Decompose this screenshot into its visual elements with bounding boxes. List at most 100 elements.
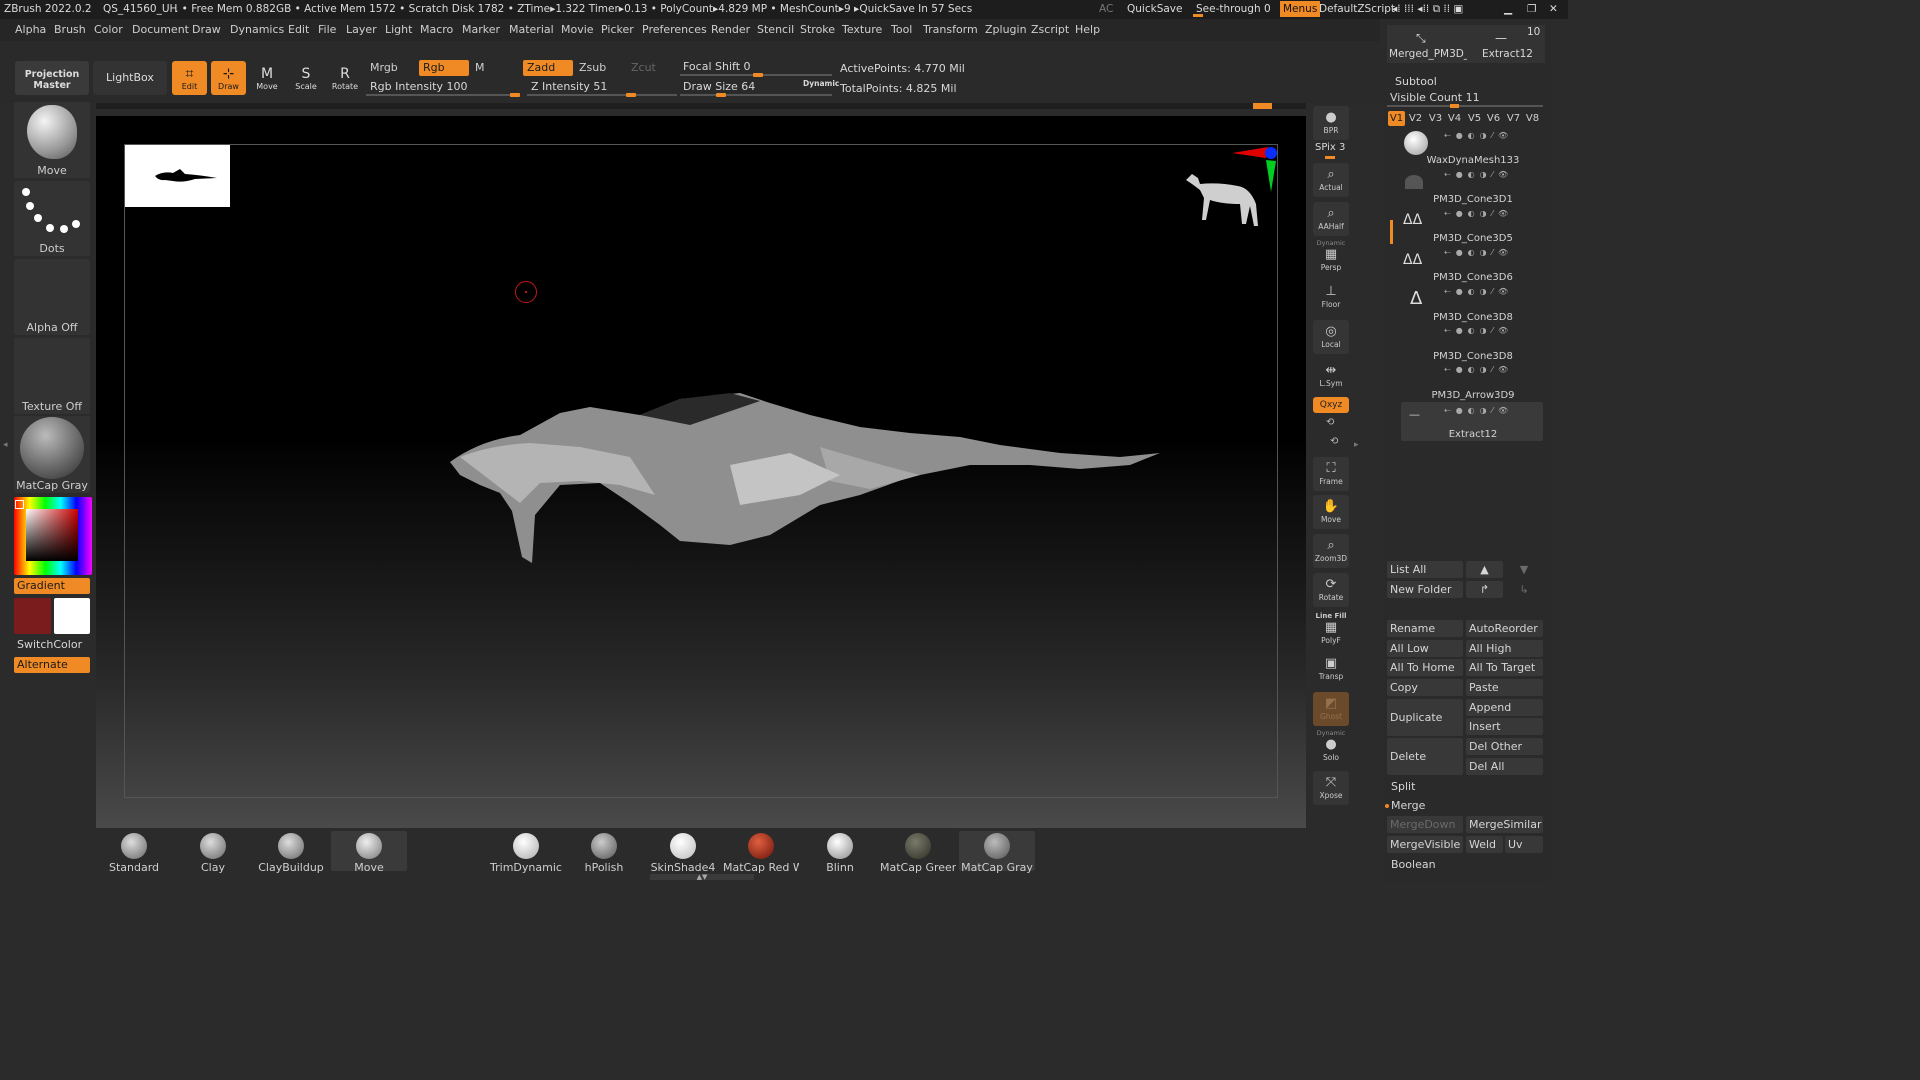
- menu-transform[interactable]: Transform: [923, 23, 978, 36]
- focal-shift-knob[interactable]: [753, 73, 763, 77]
- quicksave-button[interactable]: QuickSave: [1127, 3, 1182, 15]
- move-view-button[interactable]: ✋ Move: [1313, 495, 1349, 529]
- zcut-toggle[interactable]: Zcut: [627, 60, 667, 76]
- stroke-tile[interactable]: Dots: [14, 181, 90, 256]
- xpose-button[interactable]: ⤧ Xpose: [1313, 771, 1349, 805]
- uv-toggle[interactable]: Uv: [1505, 836, 1543, 853]
- subtool-item-5[interactable]: PM3D_Cone3D8: [1408, 351, 1538, 362]
- menu-color[interactable]: Color: [94, 23, 123, 36]
- subtool-controls-2[interactable]: ⇠●◐◑⁄👁: [1444, 209, 1540, 218]
- subtool-thumb-1[interactable]: [1405, 175, 1423, 189]
- menu-macro[interactable]: Macro: [420, 23, 453, 36]
- xyz-symmetry-toggle[interactable]: Qxyz: [1313, 397, 1349, 413]
- top-ruler[interactable]: [96, 103, 1306, 109]
- del-all-button[interactable]: Del All: [1466, 758, 1543, 775]
- autoreorder-button[interactable]: AutoReorder: [1466, 620, 1543, 637]
- tool-thumb-extract[interactable]: 10 — Extract12: [1467, 25, 1545, 63]
- merge-section[interactable]: Merge: [1391, 799, 1425, 812]
- rotate-y-icon[interactable]: ⟲: [1326, 417, 1334, 428]
- version-v3[interactable]: V3: [1427, 111, 1444, 126]
- boolean-section[interactable]: Boolean: [1391, 858, 1436, 871]
- tool-thumb-merged[interactable]: ⤡ Merged_PM3D_S: [1387, 25, 1476, 63]
- polyf-button[interactable]: Line Fill ▦ PolyF: [1313, 612, 1349, 646]
- local-button[interactable]: ◎ Local: [1313, 320, 1349, 354]
- paste-button[interactable]: Paste: [1466, 679, 1543, 696]
- lsym-button[interactable]: ⇹ L.Sym: [1313, 359, 1349, 393]
- move-mode-button[interactable]: M Move: [250, 61, 284, 95]
- frame-button[interactable]: ⛶ Frame: [1313, 457, 1349, 491]
- subtool-controls-7[interactable]: ⇠●◐◑⁄👁: [1444, 406, 1540, 415]
- copy-button[interactable]: Copy: [1387, 679, 1463, 696]
- right-tray-handle-icon[interactable]: ▸: [1354, 440, 1359, 450]
- menu-material[interactable]: Material: [509, 23, 554, 36]
- material-trimdynamic[interactable]: TrimDynamic: [488, 831, 564, 874]
- rotate-mode-button[interactable]: R Rotate: [328, 61, 362, 95]
- menu-zscript[interactable]: Zscript: [1031, 23, 1069, 36]
- menu-picker[interactable]: Picker: [601, 23, 634, 36]
- merge-similar-button[interactable]: MergeSimilar: [1466, 816, 1543, 833]
- split-section[interactable]: Split: [1391, 780, 1415, 793]
- z-intensity-slider[interactable]: Z Intensity 51: [531, 80, 607, 93]
- menu-alpha[interactable]: Alpha: [15, 23, 46, 36]
- navigator-thumbnail[interactable]: [125, 145, 230, 207]
- subtool-thumb-0[interactable]: [1404, 131, 1428, 155]
- version-v6[interactable]: V6: [1485, 111, 1502, 126]
- subtool-scroll-marker[interactable]: [1390, 220, 1393, 244]
- list-all-button[interactable]: List All: [1387, 561, 1463, 578]
- menus-toggle[interactable]: Menus: [1280, 1, 1321, 17]
- main-color-swatch[interactable]: [14, 598, 51, 634]
- menu-layer[interactable]: Layer: [346, 23, 377, 36]
- visible-count-knob[interactable]: [1450, 104, 1459, 108]
- new-folder-button[interactable]: New Folder: [1387, 581, 1463, 598]
- del-other-button[interactable]: Del Other: [1466, 738, 1543, 755]
- bottom-tray-handle-icon[interactable]: ▲▼: [650, 874, 754, 881]
- spix-slider[interactable]: SPix 3: [1315, 142, 1345, 153]
- menu-texture[interactable]: Texture: [842, 23, 882, 36]
- secondary-color-swatch[interactable]: [54, 598, 90, 634]
- subtool-thumb-3[interactable]: ᐃᐃ: [1403, 252, 1431, 274]
- version-v8[interactable]: V8: [1524, 111, 1541, 126]
- menu-render[interactable]: Render: [711, 23, 750, 36]
- visible-count-track[interactable]: [1387, 105, 1543, 107]
- insert-button[interactable]: Insert: [1466, 718, 1543, 735]
- alternate-toggle[interactable]: Alternate: [14, 657, 90, 673]
- aahalf-button[interactable]: ⌕ AAHalf: [1313, 202, 1349, 236]
- rgb-intensity-track[interactable]: [366, 94, 520, 96]
- subtool-item-7[interactable]: Extract12: [1408, 429, 1538, 440]
- see-through-knob[interactable]: [1193, 14, 1203, 17]
- menu-marker[interactable]: Marker: [462, 23, 500, 36]
- all-high-button[interactable]: All High: [1466, 640, 1543, 657]
- subtool-item-0[interactable]: WaxDynaMesh133: [1408, 155, 1538, 166]
- persp-button[interactable]: Dynamic ▦ Persp: [1313, 239, 1349, 273]
- move-up-icon[interactable]: ▲: [1466, 561, 1503, 578]
- floor-button[interactable]: ⊥ Floor: [1313, 280, 1349, 314]
- color-picker[interactable]: [14, 497, 92, 575]
- subtool-item-1[interactable]: PM3D_Cone3D1: [1408, 194, 1538, 205]
- menu-edit[interactable]: Edit: [288, 23, 309, 36]
- lightbox-button[interactable]: LightBox: [93, 61, 167, 95]
- material-tile[interactable]: MatCap Gray: [14, 416, 90, 493]
- menu-stroke[interactable]: Stroke: [800, 23, 835, 36]
- subtool-controls-3[interactable]: ⇠●◐◑⁄👁: [1444, 248, 1540, 257]
- rename-button[interactable]: Rename: [1387, 620, 1463, 637]
- delete-button[interactable]: Delete: [1387, 738, 1463, 775]
- zoom3d-button[interactable]: ⌕ Zoom3D: [1313, 534, 1349, 568]
- subtool-thumb-2[interactable]: ᐃᐃ: [1403, 212, 1431, 234]
- menu-file[interactable]: File: [318, 23, 336, 36]
- orientation-gizmo[interactable]: [1178, 144, 1280, 234]
- left-tray-handle-icon[interactable]: ◂: [3, 440, 8, 450]
- menu-tool[interactable]: Tool: [891, 23, 912, 36]
- menu-light[interactable]: Light: [385, 23, 412, 36]
- all-to-target-button[interactable]: All To Target: [1466, 659, 1543, 676]
- scale-mode-button[interactable]: S Scale: [289, 61, 323, 95]
- layout-icons[interactable]: ◂⁞ ⁞⁞⁞ ◂⁞⁞ ⧉ ⁞⁞ ▣: [1392, 3, 1463, 16]
- rotate-z-icon[interactable]: ⟲: [1330, 436, 1338, 447]
- ghost-button[interactable]: ◩ Ghost: [1313, 692, 1349, 726]
- close-icon[interactable]: ✕: [1549, 3, 1558, 15]
- move-down-icon[interactable]: ▼: [1505, 561, 1543, 578]
- z-intensity-track[interactable]: [527, 94, 677, 96]
- material-blinn[interactable]: Blinn: [802, 831, 878, 874]
- edit-button[interactable]: ⌗ Edit: [172, 61, 207, 95]
- transp-button[interactable]: ▣ Transp: [1313, 652, 1349, 686]
- visible-count-slider[interactable]: Visible Count 11: [1390, 91, 1480, 104]
